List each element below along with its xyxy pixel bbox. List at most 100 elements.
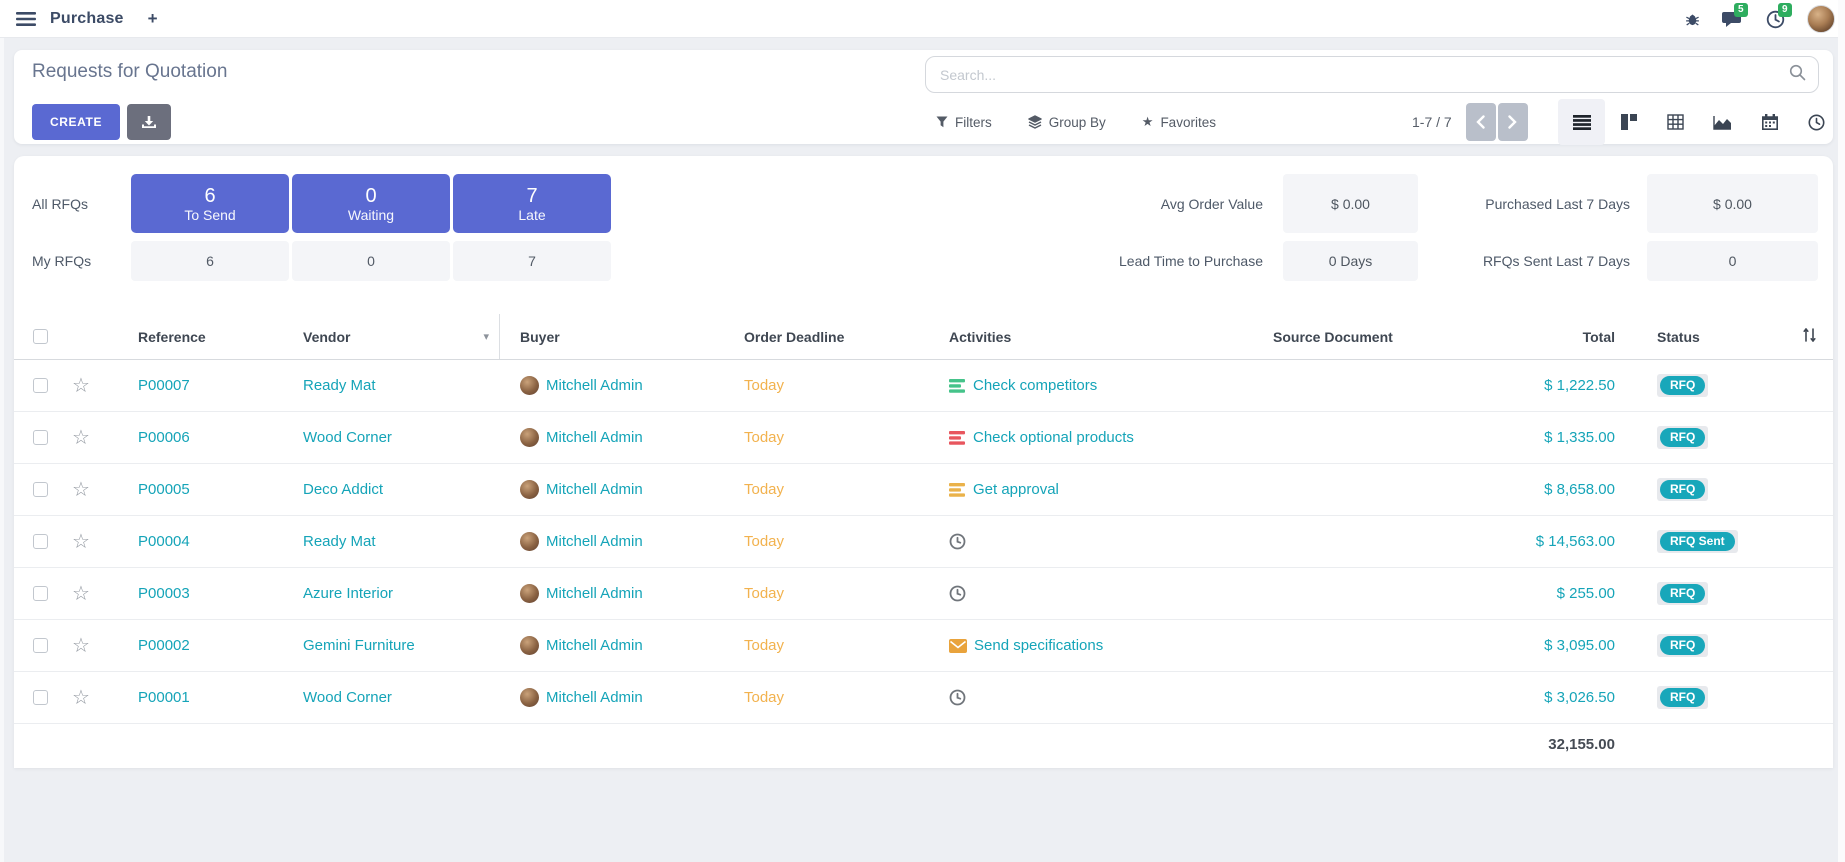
list-view-button[interactable] [1558,99,1605,145]
activity-cell[interactable]: Check competitors [925,377,1245,394]
buyer-link[interactable]: Mitchell Admin [546,689,643,706]
table-row[interactable]: ☆ P00006 Wood Corner Mitchell Admin Toda… [14,412,1833,464]
table-row[interactable]: ☆ P00005 Deco Addict Mitchell Admin Toda… [14,464,1833,516]
order-deadline: Today [730,689,925,706]
reference-link[interactable]: P00006 [110,429,275,446]
buyer-link[interactable]: Mitchell Admin [546,377,643,394]
buyer-link[interactable]: Mitchell Admin [546,637,643,654]
tasks-activity-icon [949,483,966,497]
tasks-activity-icon [949,431,966,445]
row-checkbox[interactable] [33,482,48,497]
reference-link[interactable]: P00007 [110,377,275,394]
optional-columns-button[interactable] [1785,327,1833,346]
row-checkbox[interactable] [33,638,48,653]
favorite-star-icon[interactable]: ☆ [72,688,110,708]
favorite-star-icon[interactable]: ☆ [72,532,110,552]
vendor-link[interactable]: Wood Corner [303,689,392,706]
app-menu-title[interactable]: Purchase [50,10,124,28]
activity-cell[interactable] [925,585,1245,602]
activity-cell[interactable]: Get approval [925,481,1245,498]
pager: 1-7 / 7 [1412,102,1528,142]
table-row[interactable]: ☆ P00007 Ready Mat Mitchell Admin Today … [14,360,1833,412]
pager-next-button[interactable] [1498,103,1528,141]
row-checkbox[interactable] [33,690,48,705]
row-checkbox[interactable] [33,378,48,393]
kanban-view-button[interactable] [1605,99,1652,145]
calendar-view-button[interactable] [1746,99,1793,145]
activity-cell[interactable]: Send specifications [925,637,1245,654]
header-buyer[interactable]: Buyer [500,329,730,345]
vendor-link[interactable]: Gemini Furniture [303,637,415,654]
search-input[interactable] [926,67,1789,83]
header-order-deadline[interactable]: Order Deadline [730,329,925,345]
select-all-checkbox[interactable] [33,329,48,344]
vendor-link[interactable]: Azure Interior [303,585,393,602]
my-waiting-cell[interactable]: 0 [292,241,450,281]
header-status[interactable]: Status [1645,329,1785,345]
group-by-button[interactable]: Group By [1028,115,1106,130]
create-button[interactable]: CREATE [32,104,120,140]
buyer-avatar [520,636,539,655]
export-download-button[interactable] [127,104,171,140]
buyer-link[interactable]: Mitchell Admin [546,481,643,498]
header-vendor[interactable]: Vendor ▾ [275,314,500,359]
activity-cell[interactable] [925,689,1245,706]
pager-previous-button[interactable] [1466,103,1496,141]
table-row[interactable]: ☆ P00003 Azure Interior Mitchell Admin T… [14,568,1833,620]
favorite-star-icon[interactable]: ☆ [72,584,110,604]
activity-cell[interactable] [925,533,1245,550]
header-total[interactable]: Total [1525,329,1625,345]
activity-cell[interactable]: Check optional products [925,429,1245,446]
reference-link[interactable]: P00001 [110,689,275,706]
row-checkbox[interactable] [33,586,48,601]
row-checkbox[interactable] [33,430,48,445]
buyer-link[interactable]: Mitchell Admin [546,533,643,550]
favorite-star-icon[interactable]: ☆ [72,636,110,656]
favorite-star-icon[interactable]: ☆ [72,428,110,448]
search-icon[interactable] [1789,64,1806,86]
late-card[interactable]: 7 Late [453,174,611,233]
graph-view-button[interactable] [1699,99,1746,145]
status-badge: RFQ [1660,480,1705,499]
activity-view-button[interactable] [1793,99,1840,145]
buyer-link[interactable]: Mitchell Admin [546,585,643,602]
favorite-star-icon[interactable]: ☆ [72,480,110,500]
status-badge: RFQ [1660,376,1705,395]
vendor-link[interactable]: Wood Corner [303,429,392,446]
new-tab-plus-icon[interactable]: + [148,9,158,29]
scrollbar-track[interactable] [1838,0,1845,862]
status-badge: RFQ Sent [1660,532,1735,551]
status-badge: RFQ [1660,688,1705,707]
my-to-send-cell[interactable]: 6 [131,241,289,281]
reference-link[interactable]: P00005 [110,481,275,498]
table-row[interactable]: ☆ P00004 Ready Mat Mitchell Admin Today … [14,516,1833,568]
messages-icon[interactable]: 5 [1722,10,1744,29]
to-send-card[interactable]: 6 To Send [131,174,289,233]
avg-order-value-label: Avg Order Value [1161,196,1263,212]
reference-link[interactable]: P00004 [110,533,275,550]
filters-button[interactable]: Filters [936,115,992,130]
vendor-link[interactable]: Ready Mat [303,377,376,394]
debug-bug-icon[interactable] [1685,12,1700,27]
table-row[interactable]: ☆ P00002 Gemini Furniture Mitchell Admin… [14,620,1833,672]
favorite-star-icon[interactable]: ☆ [72,376,110,396]
reference-link[interactable]: P00002 [110,637,275,654]
buyer-link[interactable]: Mitchell Admin [546,429,643,446]
left-edge-strip [0,38,4,862]
filter-funnel-icon [936,116,948,128]
header-source-document[interactable]: Source Document [1245,329,1525,345]
my-late-cell[interactable]: 7 [453,241,611,281]
user-avatar[interactable] [1807,5,1835,33]
table-row[interactable]: ☆ P00001 Wood Corner Mitchell Admin Toda… [14,672,1833,724]
waiting-card[interactable]: 0 Waiting [292,174,450,233]
reference-link[interactable]: P00003 [110,585,275,602]
activities-clock-icon[interactable]: 9 [1766,10,1785,29]
pivot-view-button[interactable] [1652,99,1699,145]
row-checkbox[interactable] [33,534,48,549]
header-reference[interactable]: Reference [110,329,275,345]
vendor-link[interactable]: Deco Addict [303,481,383,498]
vendor-link[interactable]: Ready Mat [303,533,376,550]
hamburger-menu-icon[interactable] [16,11,36,27]
favorites-button[interactable]: ★ Favorites [1142,114,1216,130]
header-activities[interactable]: Activities [925,329,1245,345]
